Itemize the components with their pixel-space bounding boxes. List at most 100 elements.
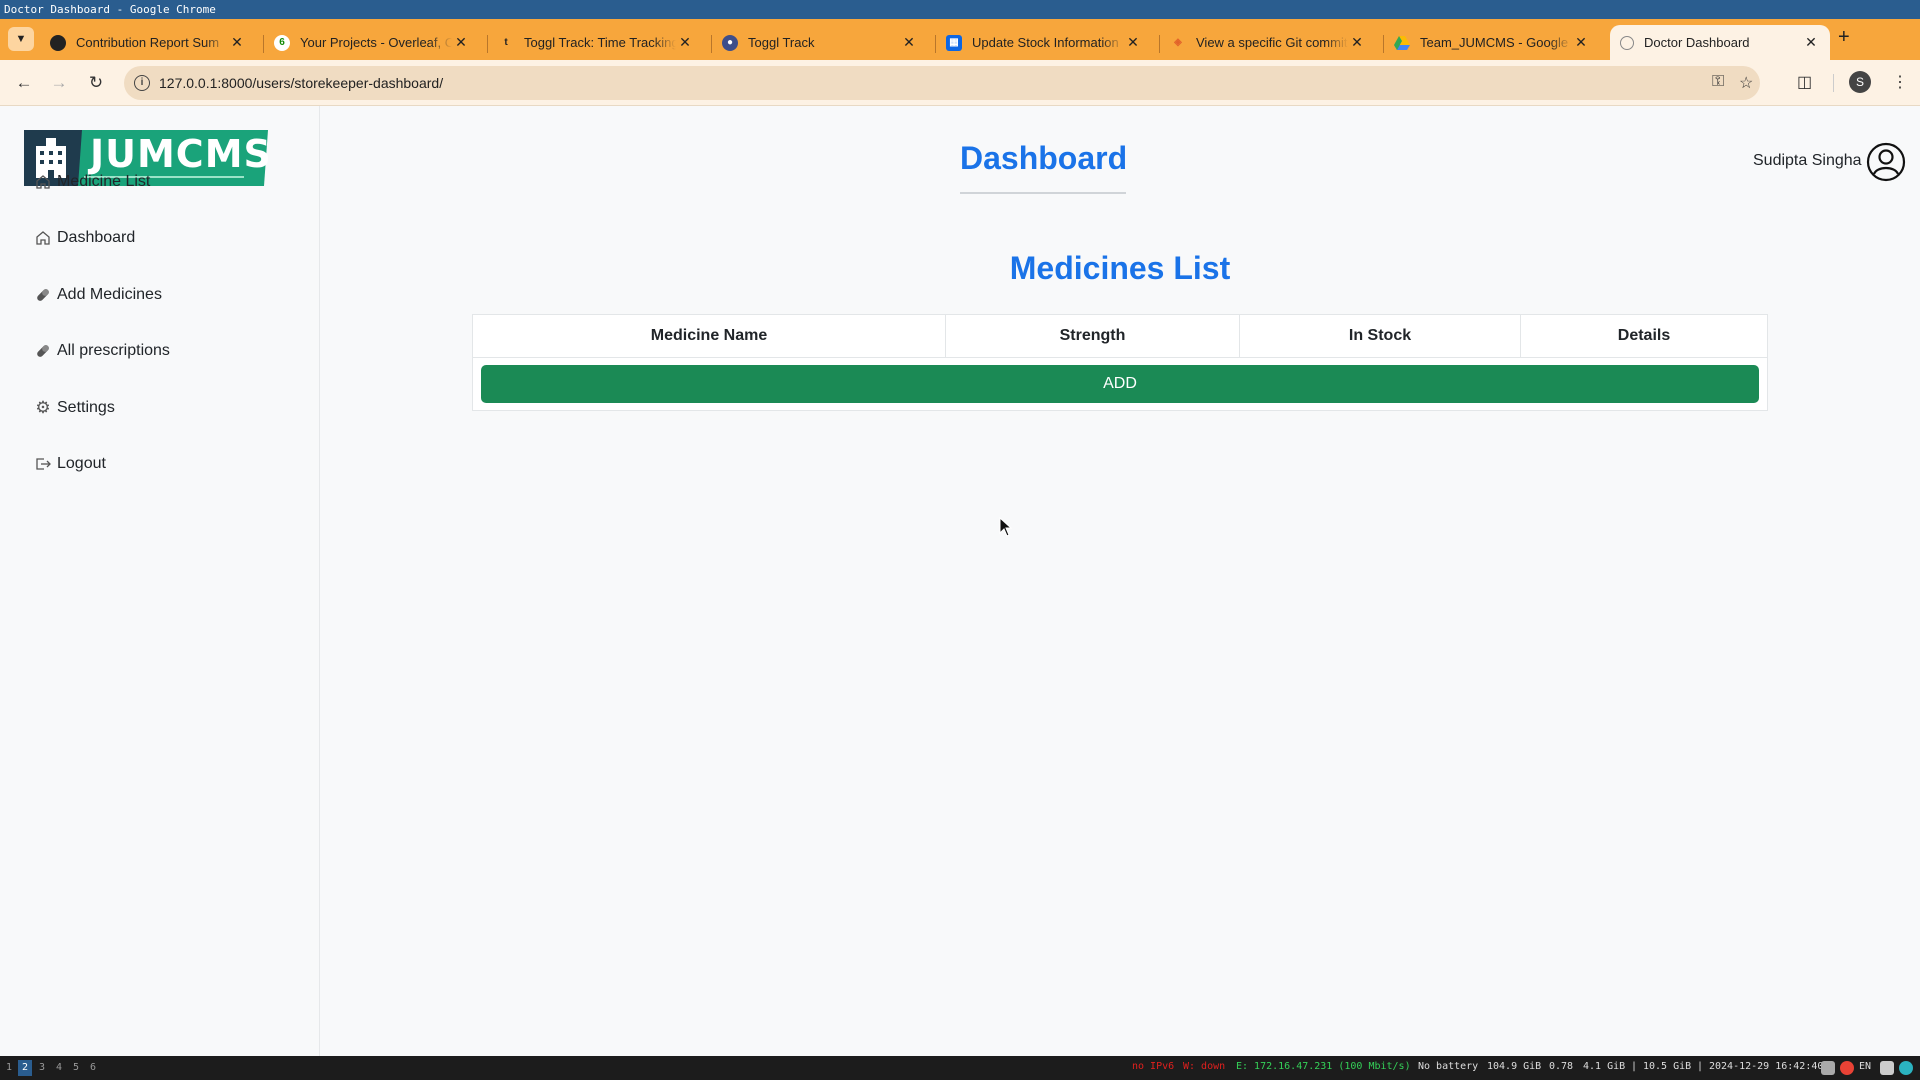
browser-toolbar: ← → ↻ i 127.0.0.1:8000/users/storekeeper… [0, 60, 1920, 106]
chevron-down-icon: ▼ [15, 33, 27, 45]
sidebar-item-add-medicines[interactable]: Add Medicines [34, 286, 162, 304]
updates-tray-icon[interactable] [1899, 1061, 1913, 1075]
sidebar-item-label: Add Medicines [57, 286, 162, 303]
battery-status: No battery [1418, 1061, 1479, 1072]
gear-icon: ⚙ [35, 398, 51, 417]
chrome-tray-icon[interactable] [1840, 1061, 1854, 1075]
profile-avatar[interactable]: S [1849, 71, 1871, 93]
arrow-right-icon: → [50, 73, 68, 92]
kebab-menu-icon[interactable]: ⋮ [1892, 72, 1908, 92]
address-bar[interactable]: i 127.0.0.1:8000/users/storekeeper-dashb… [124, 66, 1760, 100]
column-header-strength: Strength [946, 315, 1240, 357]
table-header-divider [473, 357, 1767, 358]
globe-icon [1620, 35, 1634, 50]
tab-title: Toggl Track [748, 35, 815, 50]
new-tab-button[interactable]: + [1838, 27, 1850, 47]
workspace-5[interactable]: 5 [69, 1060, 83, 1076]
ethernet-status: E: 172.16.47.231 (100 Mbit/s) [1236, 1061, 1411, 1072]
google-drive-icon [1394, 35, 1410, 51]
wifi-status: W: down [1183, 1061, 1226, 1072]
medicines-table: Medicine Name Strength In Stock Details … [472, 314, 1768, 411]
status-separator: | [1697, 1061, 1704, 1072]
close-icon[interactable]: ✕ [1572, 34, 1590, 51]
workspace-4[interactable]: 4 [52, 1060, 66, 1076]
arrow-left-icon: ← [15, 73, 33, 92]
load-status: 0.78 [1549, 1061, 1574, 1072]
sidebar-item-label: Logout [57, 455, 106, 472]
capsule-icon [34, 342, 52, 360]
user-avatar-icon[interactable] [1866, 142, 1906, 182]
toggl-track-icon: ● [722, 34, 738, 51]
toolbar-divider [1833, 74, 1834, 92]
close-icon[interactable]: ✕ [1802, 34, 1820, 51]
forward-button[interactable]: → [46, 70, 72, 96]
network-tray-icon[interactable] [1880, 1061, 1894, 1075]
bookmark-star-icon[interactable]: ☆ [1739, 73, 1753, 93]
mouse-cursor-icon [999, 516, 1013, 537]
close-icon[interactable]: ✕ [900, 34, 918, 51]
sidebar-item-settings[interactable]: ⚙ Settings [34, 398, 115, 417]
trello-icon: ▦ [946, 34, 962, 51]
tab-title: View a specific Git commit [1196, 35, 1348, 50]
capsule-icon [34, 286, 52, 304]
disk-status: 104.9 GiB [1487, 1061, 1542, 1072]
git-icon: ◈ [1174, 37, 1182, 48]
user-name[interactable]: Sudipta Singha [1753, 152, 1862, 170]
workspace-2[interactable]: 2 [18, 1060, 32, 1076]
title-underline [960, 192, 1126, 194]
memory-total: 10.5 GiB [1643, 1061, 1692, 1072]
tab-search-button[interactable]: ▼ [8, 27, 34, 51]
reload-icon: ↻ [88, 73, 104, 92]
sidebar-item-label: Settings [57, 399, 115, 416]
medicines-list-title: Medicines List [1009, 250, 1231, 286]
tab-team-drive[interactable]: Team_JUMCMS - Google D ✕ [1384, 25, 1600, 60]
tab-overleaf[interactable]: 6 Your Projects - Overleaf, C ✕ [264, 25, 480, 60]
column-header-in-stock: In Stock [1240, 315, 1521, 357]
close-icon[interactable]: ✕ [676, 34, 694, 51]
tab-toggl-tracking[interactable]: t Toggl Track: Time Tracking ✕ [488, 25, 704, 60]
sidebar-item-logout[interactable]: Logout [34, 455, 106, 473]
page: JUMCMS Medicine List Dashboard Add Medic… [0, 106, 1920, 1056]
tab-contribution-report[interactable]: Contribution Report Sum ✕ [40, 25, 256, 60]
overleaf-icon: 6 [274, 34, 290, 51]
tab-toggl-track[interactable]: ● Toggl Track ✕ [712, 25, 928, 60]
close-icon[interactable]: ✕ [1348, 34, 1366, 51]
clock: 2024-12-29 16:42:40 [1709, 1061, 1824, 1072]
sidebar-item-all-prescriptions[interactable]: All prescriptions [34, 342, 170, 360]
tab-title: Your Projects - Overleaf, C [300, 35, 452, 50]
logo-text: JUMCMS [90, 132, 272, 176]
keyboard-layout[interactable]: EN [1859, 1061, 1871, 1072]
close-icon[interactable]: ✕ [228, 34, 246, 51]
add-medicine-button[interactable]: ADD [481, 365, 1759, 403]
ipv6-status: no IPv6 [1132, 1061, 1175, 1072]
tab-title: Team_JUMCMS - Google D [1420, 35, 1572, 50]
tab-title: Contribution Report Sum [76, 35, 220, 50]
workspace-1[interactable]: 1 [2, 1060, 16, 1076]
close-icon[interactable]: ✕ [452, 34, 470, 51]
sidebar-item-label: All prescriptions [57, 342, 170, 359]
home-icon [34, 229, 52, 247]
close-icon[interactable]: ✕ [1124, 34, 1142, 51]
tab-update-stock[interactable]: ▦ Update Stock Information ✕ [936, 25, 1152, 60]
tab-git-commit[interactable]: ◈ View a specific Git commit ✕ [1160, 25, 1376, 60]
back-button[interactable]: ← [11, 70, 37, 96]
info-icon[interactable]: i [134, 75, 150, 91]
discord-tray-icon[interactable] [1821, 1061, 1835, 1075]
github-icon [50, 34, 66, 51]
tab-title: Doctor Dashboard [1644, 35, 1750, 50]
url-text[interactable]: 127.0.0.1:8000/users/storekeeper-dashboa… [159, 75, 443, 91]
column-header-medicine-name: Medicine Name [473, 315, 946, 357]
column-header-details: Details [1617, 327, 1671, 344]
workspace-6[interactable]: 6 [86, 1060, 100, 1076]
tab-doctor-dashboard[interactable]: Doctor Dashboard ✕ [1610, 25, 1830, 60]
sidebar-item-dashboard[interactable]: Dashboard [34, 229, 135, 247]
home-icon [34, 173, 52, 191]
extensions-icon[interactable]: ◫ [1797, 72, 1812, 92]
tab-title: Toggl Track: Time Tracking [524, 35, 676, 50]
password-key-icon[interactable]: ⚿ [1712, 73, 1724, 91]
status-separator: | [1631, 1061, 1638, 1072]
workspace-3[interactable]: 3 [35, 1060, 49, 1076]
memory-used: 4.1 GiB [1583, 1061, 1626, 1072]
sidebar-item-medicine-list[interactable]: Medicine List [34, 173, 150, 191]
reload-button[interactable]: ↻ [83, 70, 109, 96]
